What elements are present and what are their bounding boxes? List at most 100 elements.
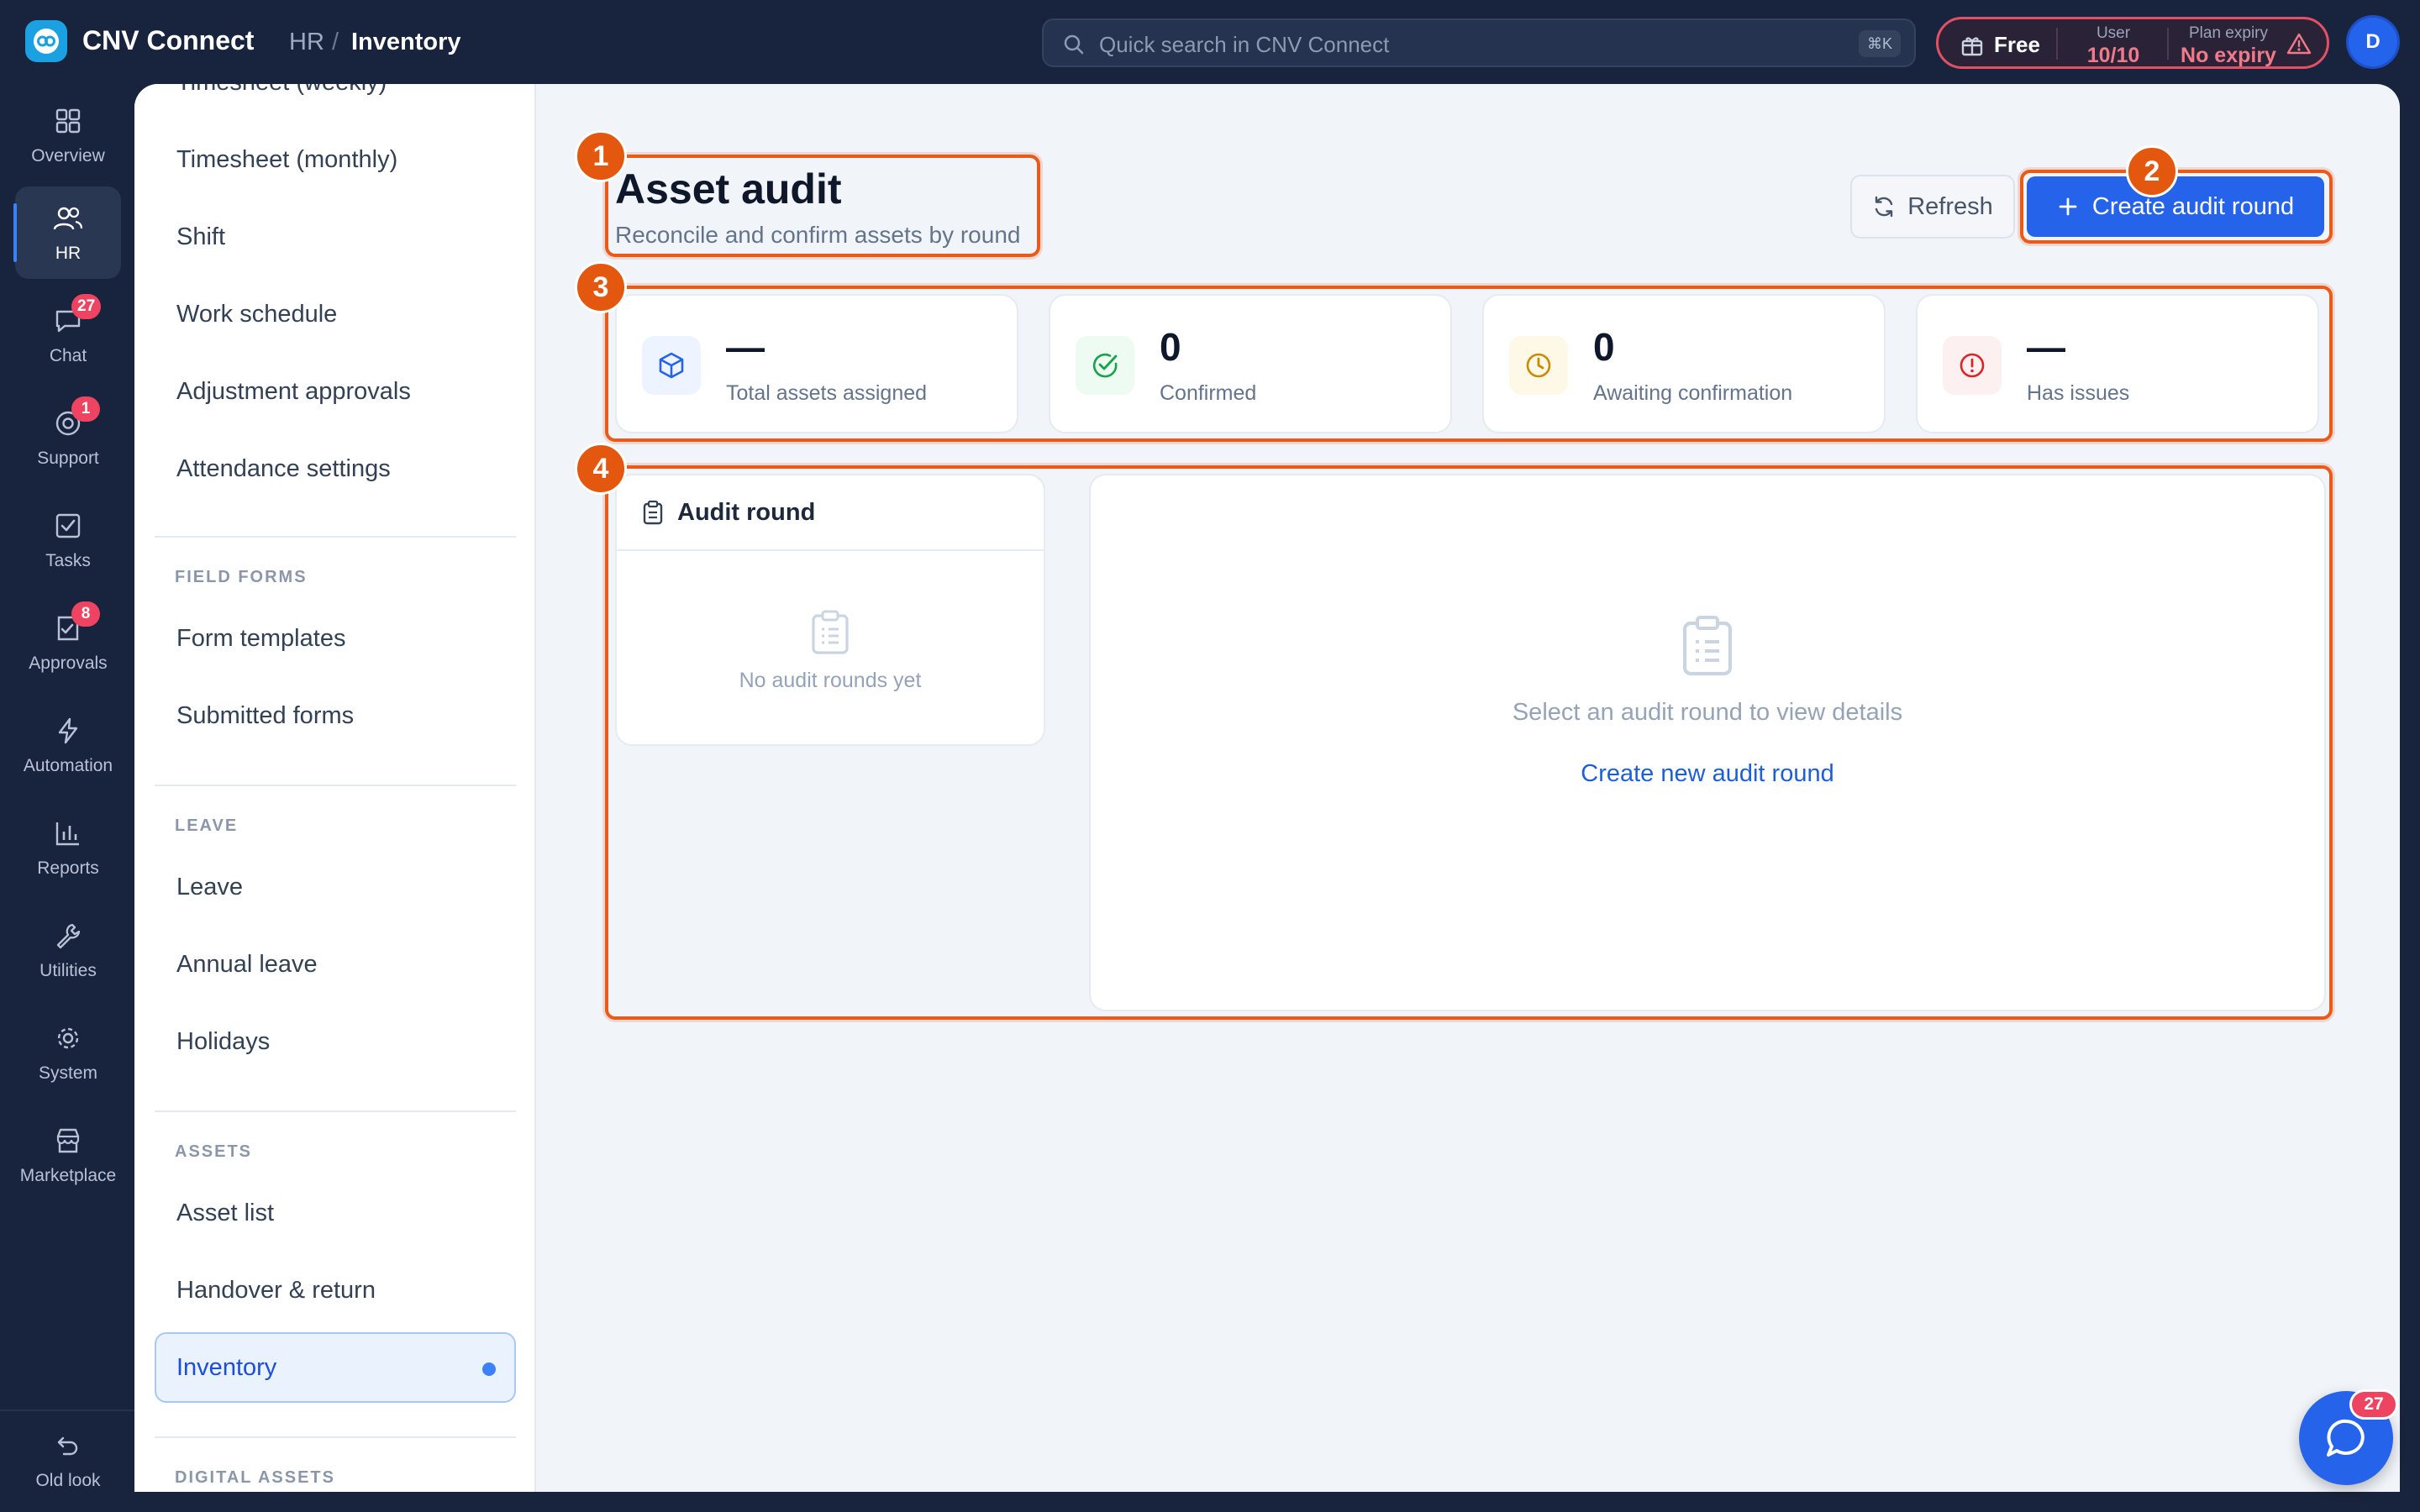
chat-bubble-icon [2324,1416,2368,1460]
subnav-item-attendance-settings[interactable]: Attendance settings [176,455,391,483]
subnav-divider [155,1110,516,1112]
breadcrumb-separator: / [332,29,339,55]
clipboard-list-icon [1681,615,1734,677]
search-input[interactable]: Quick search in CNV Connect ⌘K [1042,18,1916,67]
rail-item-system[interactable]: System [15,1006,121,1099]
subnav-item-asset-list[interactable]: Asset list [176,1200,274,1227]
subnav-item-handover-return[interactable]: Handover & return [176,1277,376,1305]
rail-item-overview[interactable]: Overview [15,89,121,181]
subnav-item-work-schedule[interactable]: Work schedule [176,301,337,328]
annotation-marker-2: 2 [2126,145,2178,197]
rail-item-automation[interactable]: Automation [15,699,121,791]
chat-icon: 27 [51,294,102,338]
stat-card-total-assets: — Total assets assigned [615,294,1018,433]
subnav-section-assets: ASSETS [175,1142,253,1161]
subnav-divider [155,785,516,786]
box-icon [642,336,701,395]
plan-user-value: 10/10 [2086,44,2140,67]
plan-expiry-value: No expiry [2181,44,2276,67]
old-look-button[interactable]: Old look [15,1420,121,1500]
wrench-icon [51,919,85,953]
bar-chart-icon [51,816,85,850]
audit-round-empty-state: No audit rounds yet [617,610,1044,693]
plan-divider [2056,28,2058,60]
plan-status[interactable]: Free User 10/10 Plan expiry No expiry [1936,17,2329,69]
search-shortcut: ⌘K [1858,30,1901,57]
check-circle-icon [1076,336,1134,395]
subnav-item-annual-leave[interactable]: Annual leave [176,951,318,979]
subnav-item-submitted-forms[interactable]: Submitted forms [176,702,354,730]
subnav-item-inventory[interactable]: Inventory [155,1332,516,1403]
main-content: Asset audit Reconcile and confirm assets… [536,84,2400,1492]
stat-label: Has issues [2027,381,2130,405]
subnav-section-digital-assets: DIGITAL ASSETS [175,1468,335,1487]
rail-label: HR [55,244,82,263]
subnav-section-leave: LEAVE [175,816,239,835]
active-indicator-dot [482,1362,496,1376]
rail-item-utilities[interactable]: Utilities [15,904,121,996]
annotation-marker-4: 4 [575,443,627,495]
plan-expiry: Plan expiry No expiry [2175,24,2281,68]
create-audit-round-button[interactable]: Create audit round [2027,176,2324,237]
chat-badge: 27 [71,294,102,319]
stat-card-awaiting: 0 Awaiting confirmation [1482,294,1886,433]
subnav-item-adjustment-approvals[interactable]: Adjustment approvals [176,378,411,406]
audit-round-panel: Audit round No audit rounds yet [615,474,1045,746]
app-logo-icon[interactable] [25,20,67,62]
rail-item-reports[interactable]: Reports [15,801,121,894]
rail-label: Utilities [39,961,97,980]
content-panel: Timesheet (weekly) Timesheet (monthly) S… [134,84,2400,1492]
plan-tier-label: Free [1994,32,2040,57]
search-icon [1062,33,1086,56]
breadcrumb-current: Inventory [351,29,461,55]
checkbox-icon [51,509,85,543]
rail-item-support[interactable]: 1 Support [15,391,121,484]
stat-label: Confirmed [1160,381,1257,405]
rail-label: Support [37,449,99,468]
subnav-item-leave[interactable]: Leave [176,874,243,901]
subnav-item-form-templates[interactable]: Form templates [176,625,345,653]
gift-icon [1960,34,1984,57]
approvals-badge: 8 [71,601,100,627]
create-new-audit-round-link[interactable]: Create new audit round [1581,760,1833,788]
rail-label: Chat [49,346,87,365]
subnav-divider [155,536,516,538]
rail-label: System [38,1063,97,1083]
rail-item-approvals[interactable]: 8 Approvals [15,596,121,689]
old-look-label: Old look [35,1471,101,1490]
rail-label: Approvals [29,654,108,673]
subnav-item-timesheet-monthly[interactable]: Timesheet (monthly) [176,146,397,174]
subnav-item-holidays[interactable]: Holidays [176,1028,270,1056]
rail-item-marketplace[interactable]: Marketplace [15,1109,121,1201]
rail-label: Overview [31,146,105,165]
subnav-item-shift[interactable]: Shift [176,223,225,251]
rail-item-chat[interactable]: 27 Chat [15,289,121,381]
undo-icon [51,1429,85,1462]
subnav-divider [155,1436,516,1438]
page-subtitle: Reconcile and confirm assets by round [615,222,1021,248]
rail-item-tasks[interactable]: Tasks [15,494,121,586]
left-rail: Overview HR 27 Chat 1 Support Tasks 8 Ap… [0,84,134,1512]
rail-label: Marketplace [19,1166,117,1185]
clipboard-icon [642,500,664,525]
subnav-item-label: Inventory [176,1354,277,1381]
rail-item-hr[interactable]: HR [13,186,121,279]
top-bar: CNV Connect HR / Inventory Quick search … [0,0,2420,84]
plan-user: User 10/10 [2073,24,2154,68]
audit-detail-empty-state: Select an audit round to view details Cr… [1091,615,2324,788]
app-name[interactable]: CNV Connect [82,25,254,56]
breadcrumb-parent[interactable]: HR [289,29,324,56]
plus-icon [2057,196,2079,218]
plan-tier[interactable]: Free [1960,32,2040,58]
page-title: Asset audit [615,165,842,213]
approvals-icon: 8 [51,601,100,645]
avatar[interactable]: D [2346,15,2400,69]
rail-divider [0,1410,134,1411]
support-badge: 1 [71,396,100,422]
stat-value: — [2027,325,2065,369]
subnav-item-timesheet-weekly[interactable]: Timesheet (weekly) [176,84,387,97]
stat-label: Awaiting confirmation [1593,381,1793,405]
support-icon: 1 [51,396,100,440]
rail-label: Automation [23,756,113,775]
refresh-button[interactable]: Refresh [1850,175,2015,239]
